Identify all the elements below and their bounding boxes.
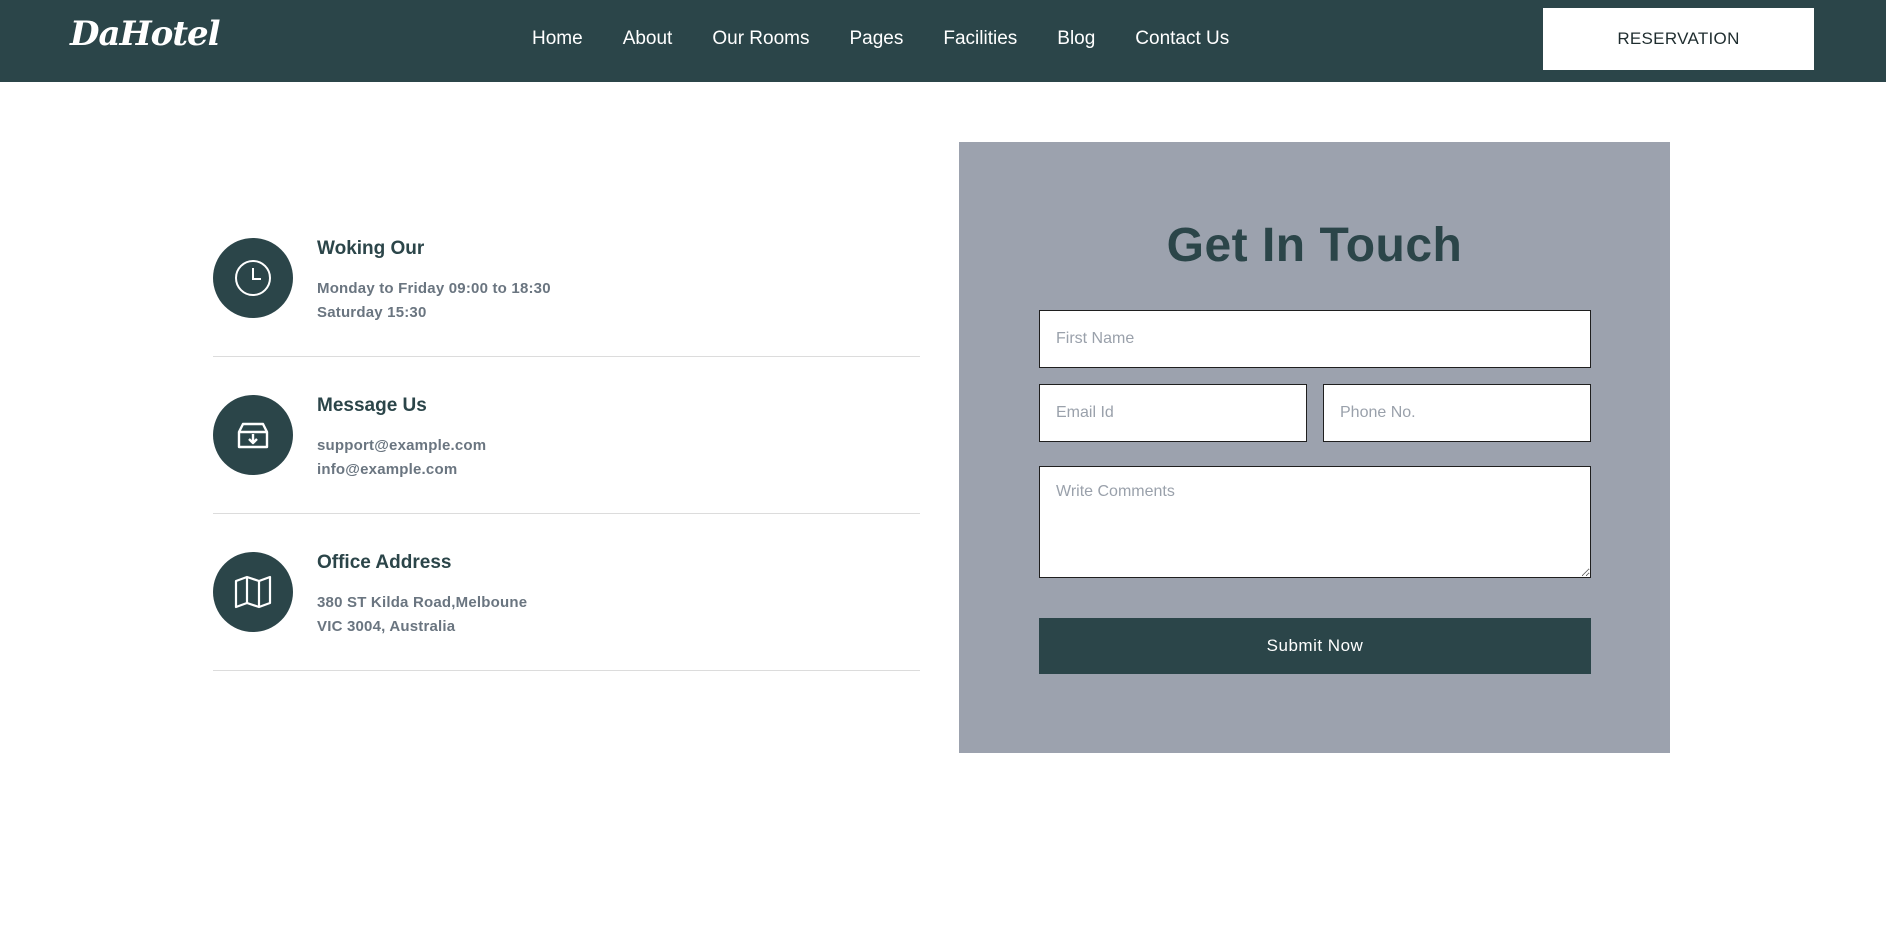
nav-item-home[interactable]: Home bbox=[532, 28, 583, 50]
info-title: Woking Our bbox=[317, 238, 425, 259]
submit-button[interactable]: Submit Now bbox=[1039, 618, 1591, 674]
first-name-input[interactable] bbox=[1039, 310, 1591, 368]
info-line: 380 ST Kilda Road,Melboune bbox=[317, 594, 528, 611]
info-line: Monday to Friday 09:00 to 18:30 bbox=[317, 280, 551, 297]
main-nav: Home About Our Rooms Pages Facilities Bl… bbox=[532, 0, 1229, 78]
nav-item-about[interactable]: About bbox=[623, 28, 673, 50]
nav-item-contact-us[interactable]: Contact Us bbox=[1135, 28, 1229, 50]
phone-input[interactable] bbox=[1323, 384, 1591, 442]
nav-item-our-rooms[interactable]: Our Rooms bbox=[712, 28, 809, 50]
form-title: Get In Touch bbox=[1166, 219, 1463, 272]
site-header: DaHotel Home About Our Rooms Pages Facil… bbox=[0, 0, 1886, 82]
info-item-hours: Woking Our Monday to Friday 09:00 to 18:… bbox=[213, 200, 920, 357]
archive-icon bbox=[213, 395, 293, 475]
nav-item-pages[interactable]: Pages bbox=[849, 28, 903, 50]
map-icon bbox=[213, 552, 293, 632]
clock-icon bbox=[213, 238, 293, 318]
nav-item-facilities[interactable]: Facilities bbox=[943, 28, 1017, 50]
info-title: Message Us bbox=[317, 395, 427, 416]
reservation-button[interactable]: RESERVATION bbox=[1543, 8, 1814, 70]
info-line: Saturday 15:30 bbox=[317, 304, 427, 321]
email-input[interactable] bbox=[1039, 384, 1307, 442]
info-item-address: Office Address 380 ST Kilda Road,Melboun… bbox=[213, 514, 920, 671]
info-line-email[interactable]: info@example.com bbox=[317, 461, 457, 478]
info-line-email[interactable]: support@example.com bbox=[317, 437, 486, 454]
info-item-message: Message Us support@example.com info@exam… bbox=[213, 357, 920, 514]
nav-item-blog[interactable]: Blog bbox=[1057, 28, 1095, 50]
logo[interactable]: DaHotel bbox=[70, 14, 221, 54]
contact-form-panel: Get In Touch Submit Now bbox=[959, 142, 1670, 753]
comments-textarea[interactable] bbox=[1039, 466, 1591, 578]
info-title: Office Address bbox=[317, 552, 452, 573]
info-line: VIC 3004, Australia bbox=[317, 618, 456, 635]
